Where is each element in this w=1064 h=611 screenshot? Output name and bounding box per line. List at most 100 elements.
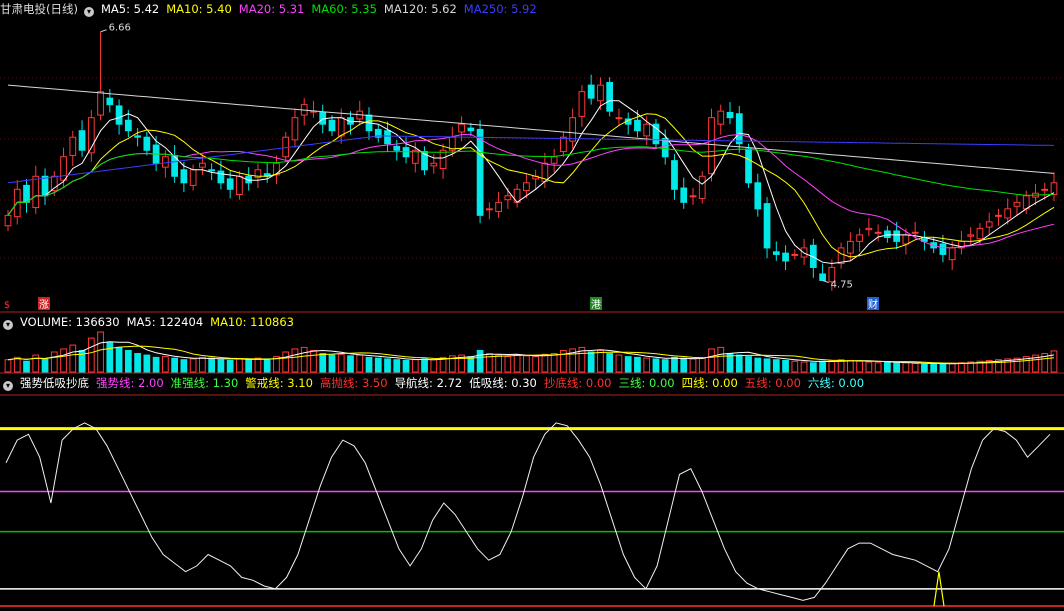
volume-bar: [523, 355, 530, 373]
price-annotation-pointer: [100, 29, 107, 33]
candle-body: [4, 214, 12, 227]
volume-bar: [384, 358, 391, 373]
candle-body: [180, 169, 188, 184]
price-annotation: 6.66: [109, 23, 131, 34]
candle-body: [597, 84, 604, 102]
candle-body: [476, 128, 484, 216]
candle-body: [504, 195, 512, 201]
volume-bar: [828, 359, 836, 373]
candle-body: [782, 252, 789, 262]
volume-bar: [263, 358, 271, 373]
event-marker: 财: [867, 297, 879, 311]
candle-body: [837, 247, 845, 265]
candle-body: [467, 127, 475, 132]
volume-bar: [763, 358, 771, 373]
volume-bar: [13, 356, 21, 373]
candle-body: [726, 111, 734, 119]
candle-body: [430, 162, 438, 167]
volume-bar: [513, 354, 521, 373]
candle-body: [615, 117, 623, 120]
volume-bar: [597, 349, 604, 373]
volume-bar: [421, 358, 428, 373]
candle-body: [698, 175, 706, 199]
volume-bar: [745, 356, 752, 373]
candle-body: [865, 227, 873, 231]
candle-body: [143, 136, 151, 151]
candle-body: [23, 184, 30, 203]
candle-body: [1022, 195, 1030, 210]
candle-body: [1004, 208, 1012, 219]
candle-body: [236, 175, 243, 196]
volume-bar: [708, 348, 715, 373]
volume-bar: [476, 349, 484, 373]
candle-body: [115, 105, 123, 125]
volume-bar: [495, 354, 502, 373]
candle-body: [569, 117, 577, 142]
volume-bar: [467, 356, 475, 373]
candle-body: [884, 230, 891, 238]
candle-body: [772, 251, 780, 255]
candle-body: [671, 160, 678, 190]
volume-bar: [698, 357, 706, 373]
candle-body: [217, 170, 225, 184]
volume-bar: [124, 349, 132, 373]
candle-body: [874, 231, 882, 234]
stock-chart[interactable]: 6.66 4.75 $ 涨 港 财: [0, 0, 1064, 611]
candle-body: [291, 117, 299, 141]
volume-bar: [634, 356, 641, 373]
candle-body: [791, 253, 799, 256]
volume-bar: [356, 354, 364, 373]
volume-bar: [550, 353, 558, 373]
candle-body: [976, 227, 984, 240]
volume-bar: [958, 362, 965, 373]
event-marker: 涨: [38, 297, 50, 311]
marker-label: 财: [868, 298, 878, 311]
volume-bar: [97, 331, 104, 373]
marker-label: 涨: [39, 299, 49, 311]
volume-bar: [782, 359, 789, 373]
volume-bar: [236, 358, 243, 373]
candle-body: [523, 182, 530, 192]
volume-bar: [939, 363, 947, 373]
candle-body: [985, 221, 993, 228]
volume-bar: [254, 357, 262, 373]
candle-body: [634, 119, 641, 132]
volume-bar: [735, 354, 743, 373]
volume-bar: [846, 359, 854, 373]
volume-bar: [902, 362, 910, 373]
volume-bar: [893, 362, 901, 373]
volume-bar: [291, 348, 299, 373]
volume-bar: [948, 362, 956, 373]
volume-bar: [772, 359, 780, 373]
volume-bar: [865, 361, 873, 373]
volume-bar: [689, 358, 697, 373]
volume-bar: [754, 357, 762, 373]
volume-bar: [208, 357, 216, 373]
candle-body: [226, 178, 234, 190]
volume-bar: [643, 357, 651, 373]
candle-body: [199, 162, 206, 168]
candle-body: [735, 113, 743, 145]
volume-bar: [199, 356, 206, 373]
candle-body: [689, 195, 697, 198]
candle-body: [134, 135, 141, 138]
event-marker: $: [4, 300, 10, 311]
volume-bar: [661, 359, 669, 373]
candle-body: [939, 243, 947, 255]
volume-bar: [189, 358, 197, 373]
candle-body: [328, 119, 336, 132]
candle-body: [856, 234, 863, 242]
volume-bar: [587, 351, 595, 373]
volume-bar: [800, 361, 808, 373]
marker-label: 港: [591, 299, 601, 311]
volume-bar: [319, 353, 327, 373]
candle-body: [161, 156, 169, 168]
volume-bar: [393, 359, 401, 373]
candle-body: [893, 230, 901, 242]
marker-label: $: [4, 300, 10, 311]
volume-bar: [930, 363, 938, 373]
candle-body: [393, 145, 401, 151]
volume-bar: [161, 356, 169, 373]
candle-body: [680, 187, 688, 203]
volume-bar: [541, 353, 549, 373]
